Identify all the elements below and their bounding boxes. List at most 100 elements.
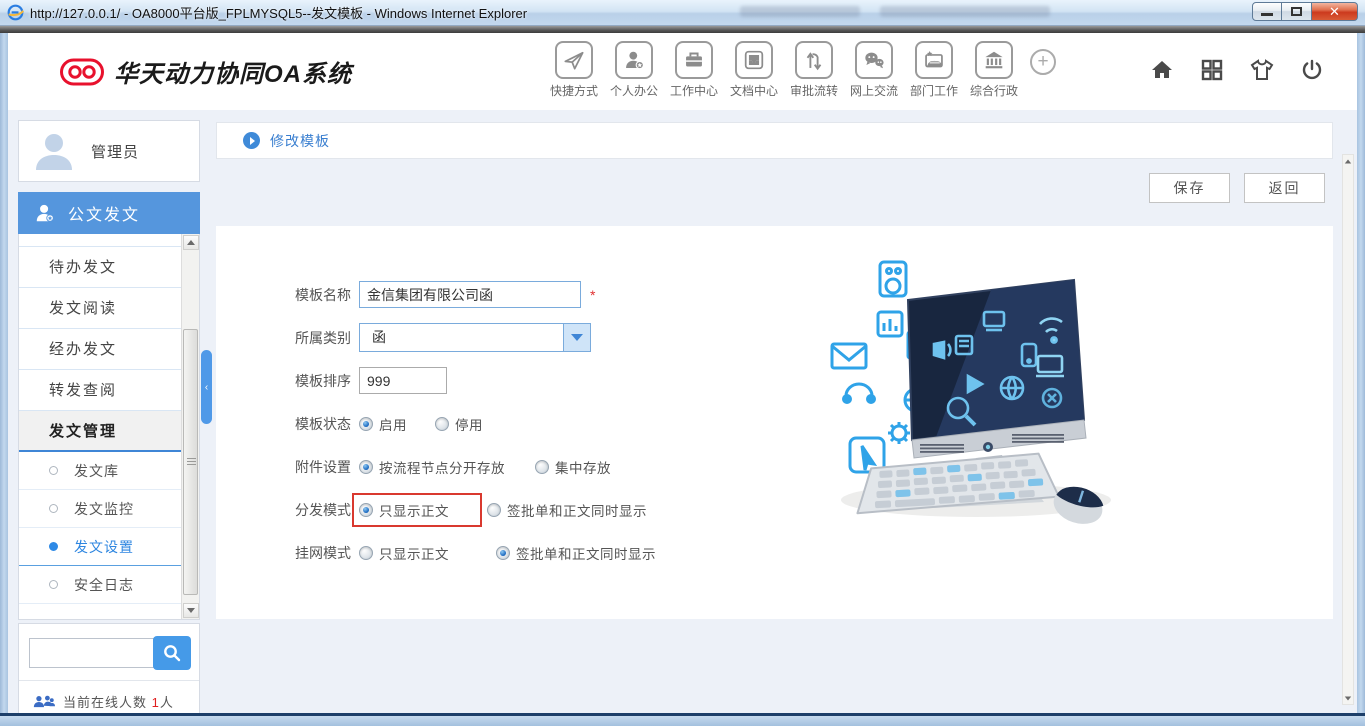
main-content: 修改模板 保存 返回 模板名称 * 所属类别: [210, 110, 1357, 713]
scroll-down-arrow[interactable]: [1343, 692, 1353, 704]
nav-item-personal-office[interactable]: 个人办公: [604, 41, 664, 99]
main-scrollbar[interactable]: [1342, 154, 1354, 705]
distribute-both-radio[interactable]: 签批单和正文同时显示: [487, 500, 647, 520]
document-tray-icon: [741, 47, 767, 73]
sidebar-menu-panel: 我的拟稿 待办发文 发文阅读 经办发文 转发查阅 发文管理 发文库 发文监控: [18, 234, 200, 620]
hangnet-body-only-radio[interactable]: 只显示正文: [359, 543, 496, 563]
sidebar-item-my-drafts[interactable]: 我的拟稿: [19, 234, 182, 247]
maximize-button[interactable]: [1282, 2, 1312, 21]
window-frame-right: [1357, 33, 1365, 726]
uturn-arrows-icon: [801, 47, 827, 73]
search-button[interactable]: [153, 636, 191, 670]
status-label: 模板状态: [295, 414, 359, 434]
sidebar-subitem-dispatch-library[interactable]: 发文库: [19, 452, 182, 490]
nav-item-admin-affairs[interactable]: 综合行政: [964, 41, 1024, 99]
required-asterisk: *: [590, 287, 595, 303]
sidebar-item-dispatch-management[interactable]: 发文管理: [19, 411, 182, 452]
minimize-icon: [1261, 13, 1273, 16]
chevron-down-icon[interactable]: [563, 324, 590, 351]
sidebar-item-dispatch-reading[interactable]: 发文阅读: [19, 288, 182, 329]
form-row-category: 所属类别 函: [295, 316, 1333, 359]
online-label: 当前在线人数: [63, 695, 147, 710]
sidebar-item-handled-dispatch[interactable]: 经办发文: [19, 329, 182, 370]
sidebar-item-pending-dispatch[interactable]: 待办发文: [19, 247, 182, 288]
home-button[interactable]: [1149, 57, 1175, 83]
back-button[interactable]: 返回: [1244, 173, 1325, 203]
category-select[interactable]: 函: [359, 323, 591, 352]
window-edge: [0, 26, 1365, 33]
search-icon: [162, 643, 182, 663]
attachment-central-radio[interactable]: 集中存放: [535, 457, 611, 477]
breadcrumb: 修改模板: [216, 122, 1333, 159]
sidebar-scrollbar[interactable]: [181, 234, 199, 619]
radio-icon: [487, 503, 501, 517]
scroll-up-arrow[interactable]: [1343, 155, 1353, 167]
title-bar[interactable]: http://127.0.0.1/ - OA8000平台版_FPLMYSQL5-…: [0, 0, 1365, 26]
ie-favicon: [7, 4, 24, 21]
sidebar-section-document-dispatch[interactable]: 公文发文: [18, 192, 200, 234]
brand-infinity-icon: [60, 57, 104, 87]
scrollbar-thumb[interactable]: [183, 329, 198, 595]
add-module-button[interactable]: +: [1030, 49, 1056, 75]
theme-button[interactable]: [1249, 57, 1275, 83]
hangnet-both-radio[interactable]: 签批单和正文同时显示: [496, 543, 656, 563]
page-content: 华天动力协同OA系统 快捷方式 个人办公 工作中心 文档中心: [8, 33, 1357, 713]
sidebar-bottom-box: 当前在线人数 1人: [18, 623, 200, 713]
radio-selected-icon: [359, 417, 373, 431]
bullet-icon: [49, 466, 58, 475]
page-title: 修改模板: [270, 131, 330, 151]
template-name-input[interactable]: [359, 281, 581, 308]
radio-selected-icon: [496, 546, 510, 560]
sort-order-input[interactable]: [359, 367, 447, 394]
search-input[interactable]: [29, 638, 154, 668]
close-button[interactable]: ✕: [1312, 2, 1358, 21]
sidebar: 管理员 公文发文 我的拟稿 待办发文 发文阅读 经办发文 转发查阅 发文管理: [8, 110, 210, 713]
chat-bubbles-icon: [861, 47, 887, 73]
form-row-distribute-mode: 分发模式 只显示正文 签批单和正文同时显示: [295, 488, 1333, 531]
avatar: [31, 128, 77, 174]
paper-plane-icon: [561, 47, 587, 73]
breadcrumb-arrow-icon: [243, 132, 260, 149]
sidebar-subitem-dispatch-settings[interactable]: 发文设置: [19, 528, 182, 566]
scroll-down-arrow[interactable]: [183, 603, 199, 618]
board-star-icon: [921, 47, 947, 73]
bank-icon: [981, 47, 1007, 73]
status-enable-radio[interactable]: 启用: [359, 414, 435, 434]
window-frame-left: [0, 33, 8, 726]
template-form-panel: 模板名称 * 所属类别 函 模板排序: [216, 226, 1333, 619]
bullet-icon: [49, 542, 58, 551]
scroll-up-arrow[interactable]: [183, 235, 199, 250]
form-row-attachment: 附件设置 按流程节点分开存放 集中存放: [295, 445, 1333, 488]
online-unit: 人: [160, 695, 174, 710]
action-buttons: 保存 返回: [216, 173, 1333, 203]
nav-item-document-center[interactable]: 文档中心: [724, 41, 784, 99]
user-profile-card[interactable]: 管理员: [18, 120, 200, 182]
close-icon: ✕: [1329, 5, 1340, 18]
sidebar-subitem-security-log[interactable]: 安全日志: [19, 566, 182, 604]
app-title: 华天动力协同OA系统: [114, 54, 352, 89]
radio-icon: [359, 546, 373, 560]
category-label: 所属类别: [295, 328, 359, 348]
nav-item-shortcut[interactable]: 快捷方式: [544, 41, 604, 99]
sort-label: 模板排序: [295, 371, 359, 391]
template-name-label: 模板名称: [295, 285, 359, 305]
background-window-artifact: [740, 6, 860, 17]
nav-item-online-chat[interactable]: 网上交流: [844, 41, 904, 99]
bullet-icon: [49, 504, 58, 513]
save-button[interactable]: 保存: [1149, 173, 1230, 203]
distribute-body-only-radio[interactable]: 只显示正文: [352, 493, 482, 527]
apps-grid-button[interactable]: [1199, 57, 1225, 83]
attachment-split-radio[interactable]: 按流程节点分开存放: [359, 457, 535, 477]
radio-selected-icon: [359, 460, 373, 474]
sidebar-item-forward-review[interactable]: 转发查阅: [19, 370, 182, 411]
nav-item-work-center[interactable]: 工作中心: [664, 41, 724, 99]
sidebar-collapse-handle[interactable]: ‹: [201, 350, 212, 424]
logout-button[interactable]: [1299, 57, 1325, 83]
nav-item-approval-flow[interactable]: 审批流转: [784, 41, 844, 99]
status-disable-radio[interactable]: 停用: [435, 414, 483, 434]
form-row-status: 模板状态 启用 停用: [295, 402, 1333, 445]
minimize-button[interactable]: [1252, 2, 1282, 21]
app-body: 管理员 公文发文 我的拟稿 待办发文 发文阅读 经办发文 转发查阅 发文管理: [8, 110, 1357, 713]
sidebar-subitem-dispatch-monitor[interactable]: 发文监控: [19, 490, 182, 528]
nav-item-department-work[interactable]: 部门工作: [904, 41, 964, 99]
